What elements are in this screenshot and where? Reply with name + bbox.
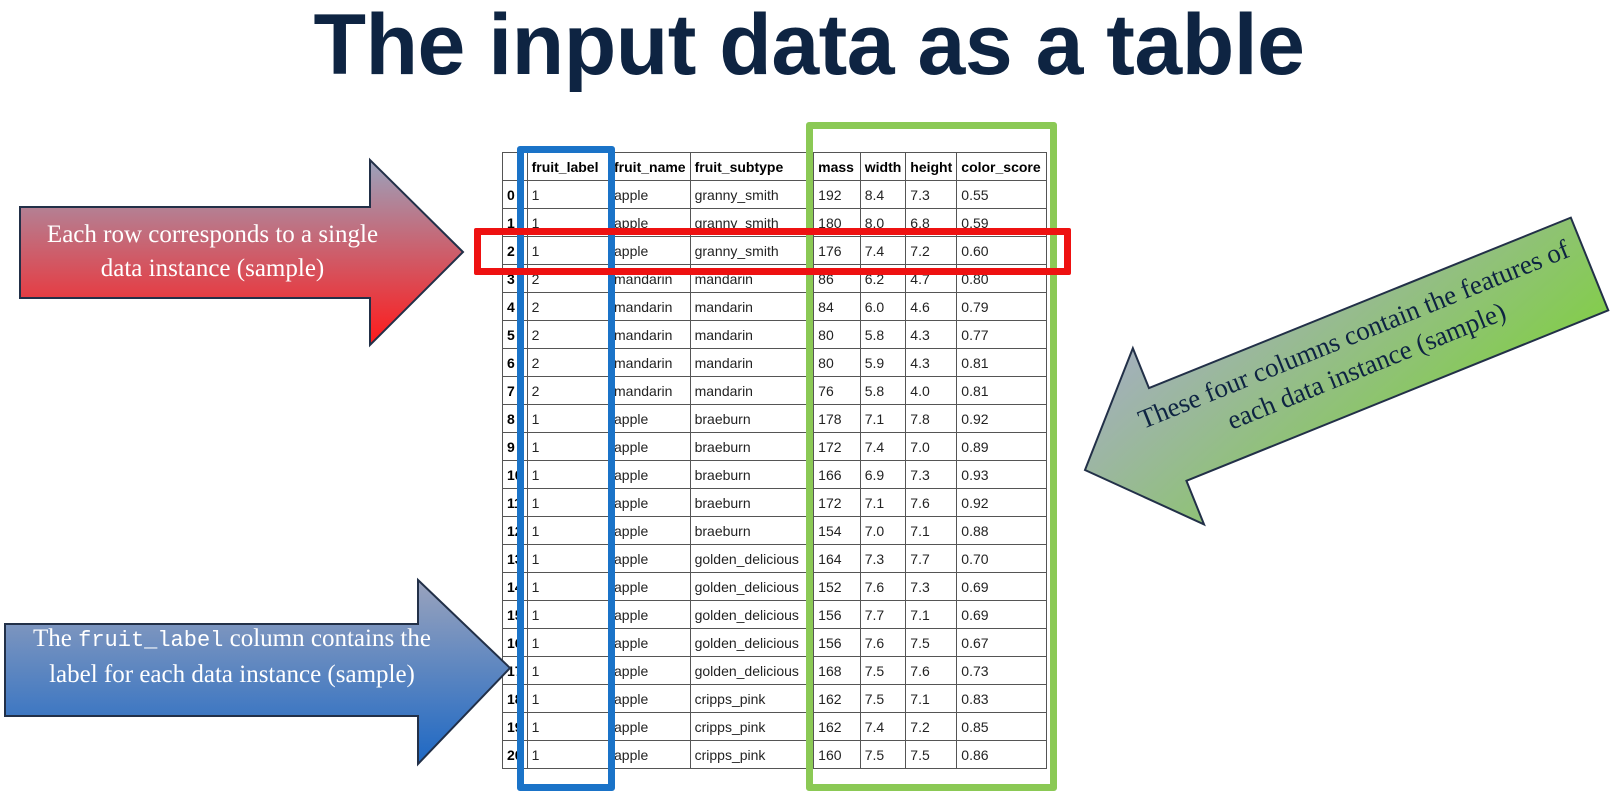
row-callout-text: Each row corresponds to a single data in…: [46, 221, 379, 282]
label-callout-text: The fruit_label column contains the labe…: [12, 622, 452, 692]
label-callout-prefix: The: [33, 625, 72, 652]
label-callout-code: fruit_label: [78, 628, 224, 653]
